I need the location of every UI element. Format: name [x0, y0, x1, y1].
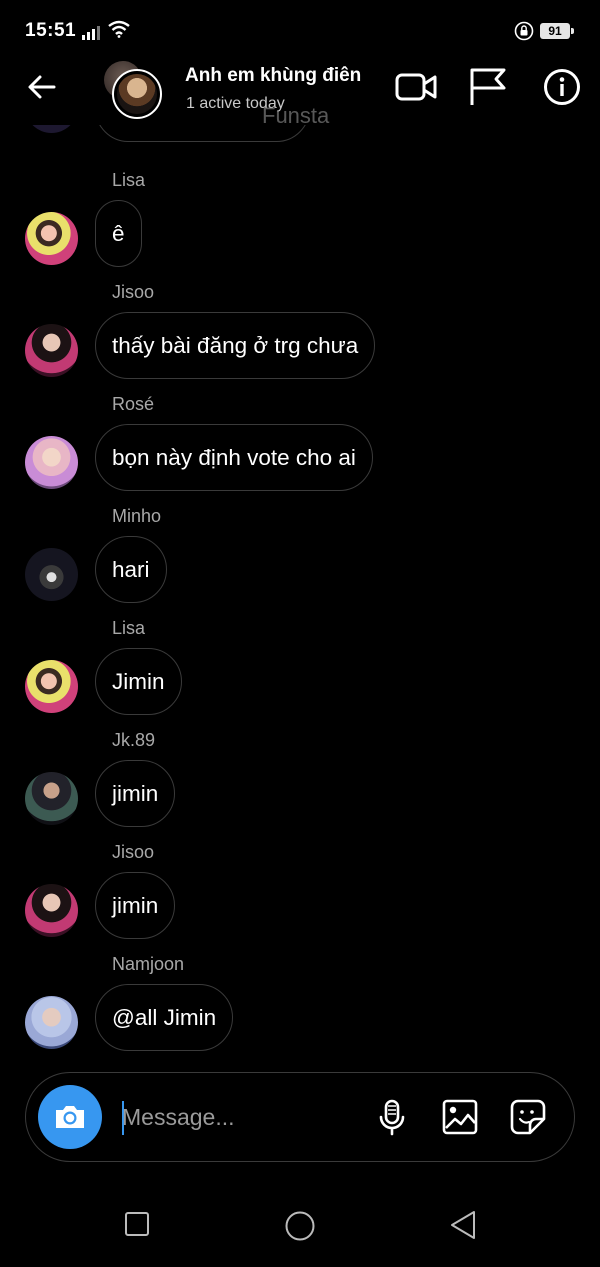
- message-bubble[interactable]: jimin: [95, 872, 176, 939]
- avatar[interactable]: [25, 996, 78, 1049]
- message-item: Namjoon @all Jimin: [0, 954, 600, 1060]
- avatar[interactable]: [25, 660, 78, 713]
- status-time: 15:51: [25, 20, 77, 41]
- home-icon[interactable]: [284, 1210, 316, 1242]
- message-input[interactable]: [122, 1097, 372, 1137]
- message-bubble[interactable]: Jimin: [95, 648, 182, 715]
- message-bubble[interactable]: [95, 125, 310, 142]
- avatar[interactable]: [25, 884, 78, 937]
- sender-name: Lisa: [112, 170, 146, 190]
- sender-name: Minho: [112, 506, 162, 526]
- avatar[interactable]: [25, 548, 78, 601]
- message-item: Jisoo jimin: [0, 842, 600, 954]
- status-bar: 15:51 91: [0, 0, 600, 62]
- message-item: Lisa Jimin: [0, 618, 600, 730]
- message-item: Lisa ê: [0, 170, 600, 282]
- message-bubble[interactable]: thấy bài đăng ở trg chưa: [95, 312, 376, 379]
- group-avatar[interactable]: [104, 61, 164, 119]
- chat-title[interactable]: Anh em khùng điên: [185, 65, 361, 87]
- avatar[interactable]: [25, 324, 78, 377]
- battery-icon: 91: [540, 23, 574, 39]
- message-item: Minho hari: [0, 506, 600, 618]
- message-bubble[interactable]: bọn này định vote cho ai: [95, 424, 373, 491]
- sender-name: Namjoon: [112, 954, 185, 974]
- message-item: Jisoo thấy bài đăng ở trg chưa: [0, 282, 600, 394]
- avatar[interactable]: [25, 772, 78, 825]
- message-bubble[interactable]: @all Jimin: [95, 984, 234, 1051]
- info-icon[interactable]: [540, 67, 584, 107]
- message-list[interactable]: Lisa ê Jisoo thấy bài đăng ở trg chưa Ro…: [0, 125, 600, 1060]
- lock-icon: [514, 21, 534, 41]
- message-composer: [25, 1072, 575, 1162]
- group-avatar-front: [112, 69, 162, 119]
- message-partial: [0, 125, 600, 160]
- avatar[interactable]: [25, 212, 78, 265]
- gallery-icon[interactable]: [440, 1097, 480, 1137]
- sender-name: Rosé: [112, 394, 155, 414]
- system-nav-bar: [0, 1190, 600, 1267]
- avatar[interactable]: [25, 436, 78, 489]
- signal-icon: [82, 26, 100, 40]
- back-icon[interactable]: [449, 1210, 477, 1240]
- flag-icon[interactable]: [466, 67, 510, 107]
- wifi-icon: [108, 20, 130, 38]
- sticker-icon[interactable]: [508, 1097, 548, 1137]
- sender-name: Lisa: [112, 618, 146, 638]
- camera-icon: [56, 1106, 84, 1128]
- sender-name: Jisoo: [112, 282, 155, 302]
- message-bubble[interactable]: ê: [95, 200, 142, 267]
- avatar[interactable]: [25, 125, 78, 133]
- camera-button[interactable]: [38, 1085, 102, 1149]
- microphone-icon[interactable]: [372, 1097, 412, 1137]
- message-bubble[interactable]: jimin: [95, 760, 176, 827]
- back-arrow-icon[interactable]: [24, 69, 60, 105]
- video-call-icon[interactable]: [394, 67, 438, 107]
- recents-icon[interactable]: [123, 1210, 151, 1238]
- chat-header: Anh em khùng điên 1 active today Funsta: [0, 55, 600, 128]
- message-item: Jk.89 jimin: [0, 730, 600, 842]
- sender-name: Jk.89: [112, 730, 156, 750]
- message-bubble[interactable]: hari: [95, 536, 167, 603]
- message-item: Rosé bọn này định vote cho ai: [0, 394, 600, 506]
- sender-name: Jisoo: [112, 842, 155, 862]
